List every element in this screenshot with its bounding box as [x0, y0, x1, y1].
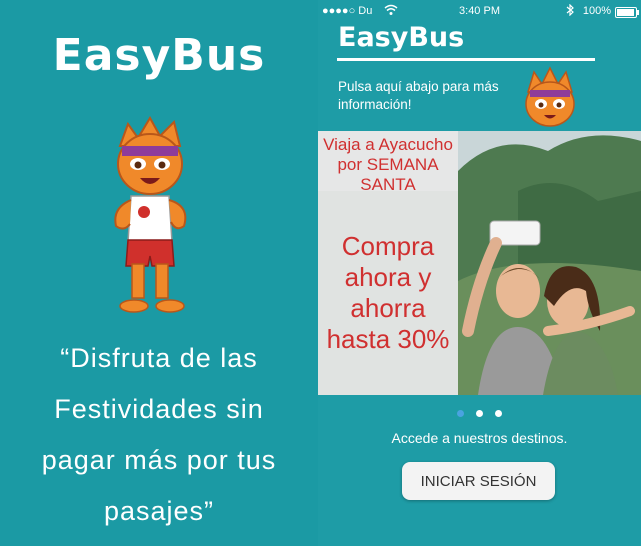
mascot-illustration	[114, 116, 187, 313]
app-title: EasyBus	[338, 22, 465, 53]
promo-discount-text: Compra ahora y ahorra hasta 30%	[326, 231, 450, 354]
app-logo: EasyBus	[52, 30, 266, 81]
carousel-indicator	[318, 402, 641, 421]
mascot-head-icon[interactable]	[518, 66, 582, 130]
promo-banner[interactable]: Viaja a Ayacucho por SEMANA SANTA Compra…	[318, 131, 641, 395]
battery-icon	[615, 7, 639, 18]
promo-destination-text: Viaja a Ayacucho por SEMANA SANTA	[323, 135, 453, 194]
tagline-quote: “Disfruta de las Festividades sin pagar …	[41, 343, 277, 526]
destinations-text: Accede a nuestros destinos.	[391, 430, 568, 446]
login-button[interactable]: INICIAR SESIÓN	[402, 462, 555, 500]
info-prompt[interactable]: Pulsa aquí abajo para más información!	[338, 78, 518, 114]
promo-overlay: Viaja a Ayacucho por SEMANA SANTA Compra…	[318, 131, 458, 395]
intro-panel: EasyBus “Disfruta de las Festividades si…	[0, 0, 318, 546]
battery-percent: 100%	[582, 5, 611, 17]
title-divider	[337, 58, 595, 61]
carousel-dot[interactable]	[457, 410, 464, 417]
phone-screen: ●●●●○ Du 3:40 PM 100% EasyBus Pulsa aquí…	[318, 0, 641, 546]
status-bar: ●●●●○ Du 3:40 PM 100%	[318, 0, 641, 22]
carousel-dot[interactable]	[495, 410, 502, 417]
carousel-dot[interactable]	[476, 410, 483, 417]
bluetooth-icon	[566, 4, 574, 16]
